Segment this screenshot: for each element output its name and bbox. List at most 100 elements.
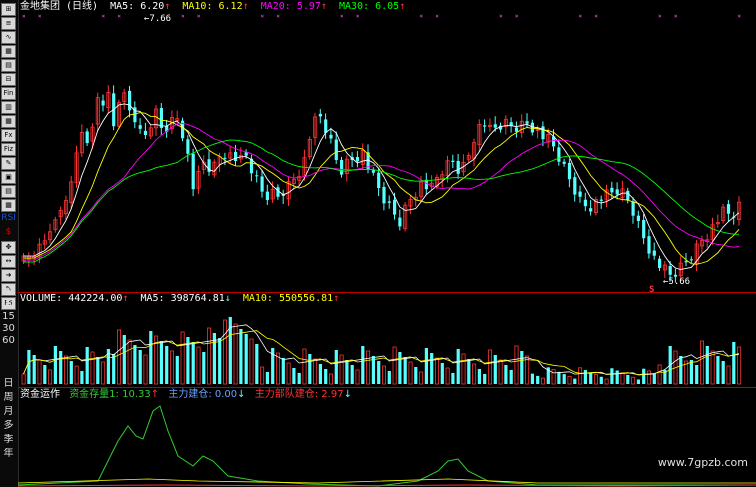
toolbar-button-15[interactable]: ▦ xyxy=(1,199,16,212)
signal-cross: × xyxy=(117,13,121,20)
candle-body xyxy=(159,108,163,128)
volume-bar xyxy=(525,355,530,385)
toolbar-button-9[interactable]: ▦ xyxy=(1,115,16,128)
separator-volume xyxy=(18,387,756,388)
volume-bar xyxy=(59,351,63,384)
period-年[interactable]: 年 xyxy=(1,448,16,461)
period-日[interactable]: 日 xyxy=(1,378,16,391)
candle-body xyxy=(636,215,640,221)
signal-cross: × xyxy=(340,13,344,20)
price-chart: × × × × × × × × × × × × × × × × × × × xyxy=(21,13,742,283)
signal-cross: × xyxy=(738,13,742,20)
toolbar-button-6[interactable]: ⊟ xyxy=(1,73,16,86)
chart-window: 金地集团 (日线) MA5: 6.20↑ MA10: 6.12↑ MA20: 5… xyxy=(18,0,756,487)
candle-body xyxy=(530,122,534,133)
volume-bar xyxy=(90,351,95,385)
volume-bar xyxy=(64,355,69,385)
toolbar-button-7[interactable]: Fin xyxy=(1,87,16,100)
volume-bar xyxy=(642,368,646,384)
volume-bar xyxy=(557,371,561,384)
candle-body xyxy=(424,179,428,190)
toolbar-button-10[interactable]: Fx xyxy=(1,129,16,142)
candle-body xyxy=(573,177,577,195)
candle-body xyxy=(377,172,381,189)
toolbar-button-19[interactable]: ↔ xyxy=(1,255,16,268)
candle-body xyxy=(456,161,460,174)
period-周[interactable]: 周 xyxy=(1,392,16,405)
volume-bar xyxy=(48,369,53,385)
volume-bar xyxy=(233,323,238,385)
toolbar-button-8[interactable]: ▥ xyxy=(1,101,16,114)
candle-body xyxy=(647,236,651,254)
toolbar-button-14[interactable]: ▤ xyxy=(1,185,16,198)
period-月[interactable]: 月 xyxy=(1,406,16,419)
ma10-readout: MA10: 6.12↑ xyxy=(182,1,249,12)
candle-body xyxy=(128,90,132,111)
volume-bar xyxy=(165,346,169,384)
volume-bar xyxy=(361,346,365,384)
ma10-line xyxy=(23,112,740,265)
toolbar-button-2[interactable]: ≡ xyxy=(1,17,16,30)
toolbar-button-20[interactable]: ➜ xyxy=(1,269,16,282)
toolbar-button-11[interactable]: Fiz xyxy=(1,143,16,156)
period-季[interactable]: 季 xyxy=(1,434,16,447)
volume-header: VOLUME: 442224.00↑ MA5: 398764.81↓ MA10:… xyxy=(20,293,345,305)
volume-bar xyxy=(583,370,587,384)
toolbar-button-5[interactable]: ▤ xyxy=(1,59,16,72)
indicator-chart xyxy=(18,405,756,487)
volume-bar xyxy=(350,365,354,384)
toolbar-button-16[interactable]: RSI xyxy=(1,213,16,226)
volume-bar xyxy=(599,376,603,384)
volume-bar xyxy=(138,350,142,384)
candle-body xyxy=(265,191,269,200)
toolbar-button-4[interactable]: ▦ xyxy=(1,45,16,58)
volume-bar xyxy=(567,375,572,385)
volume-bar xyxy=(604,378,609,385)
volume-bar xyxy=(313,358,318,385)
candle-body xyxy=(483,125,487,127)
volume-bar xyxy=(541,377,546,385)
candle-body xyxy=(318,113,322,117)
volume-bar xyxy=(202,352,206,384)
volume-bar xyxy=(483,374,487,384)
candle-body xyxy=(626,190,630,201)
volume-bar xyxy=(239,329,243,384)
volume-bar xyxy=(96,357,100,384)
candle-body xyxy=(610,187,614,193)
toolbar-button-13[interactable]: ▣ xyxy=(1,171,16,184)
volume-bar xyxy=(456,349,460,384)
volume-bar xyxy=(716,356,720,384)
volume-bar xyxy=(127,339,132,385)
toolbar-button-12[interactable]: ✎ xyxy=(1,157,16,170)
high-price-marker: ←7.66 xyxy=(144,14,172,24)
volume-bar xyxy=(255,344,259,384)
candle-body xyxy=(652,250,656,256)
ma30-readout: MA30: 6.05↑ xyxy=(338,1,406,12)
volume-bar xyxy=(286,362,291,385)
period-60[interactable]: 60 xyxy=(1,335,16,348)
s-signal-marker: S xyxy=(649,285,655,295)
volume-bar xyxy=(578,367,583,385)
volume-bar xyxy=(573,378,577,384)
volume-bar xyxy=(424,348,428,384)
toolbar-button-1[interactable]: ⊞ xyxy=(1,3,16,16)
signal-cross: × xyxy=(276,13,280,20)
candle-body xyxy=(393,199,397,215)
volume-bar xyxy=(80,371,84,384)
volume-bar xyxy=(514,345,519,385)
indicator-s2-readout: 主力建仓: 0.00↓ xyxy=(168,389,246,400)
indicator-s1-readout: 资金存量1: 10.33↑ xyxy=(69,389,160,400)
toolbar-button-17[interactable]: $ xyxy=(1,227,16,240)
volume-ma10-readout: MA10: 550556.81↑ xyxy=(242,293,340,304)
toolbar-button-18[interactable]: ✥ xyxy=(1,241,16,254)
candle-body xyxy=(329,134,333,139)
indicator-header: 资金运作 资金存量1: 10.33↑ 主力建仓: 0.00↓ 主力部队建仓: 2… xyxy=(20,389,358,401)
candle-body xyxy=(514,127,519,132)
period-多[interactable]: 多 xyxy=(1,420,16,433)
signal-cross: × xyxy=(22,13,26,20)
volume-bar xyxy=(504,365,508,384)
volume-bar xyxy=(636,379,640,384)
volume-bar xyxy=(244,334,248,384)
toolbar-button-3[interactable]: ∿ xyxy=(1,31,16,44)
volume-bar xyxy=(297,373,301,384)
